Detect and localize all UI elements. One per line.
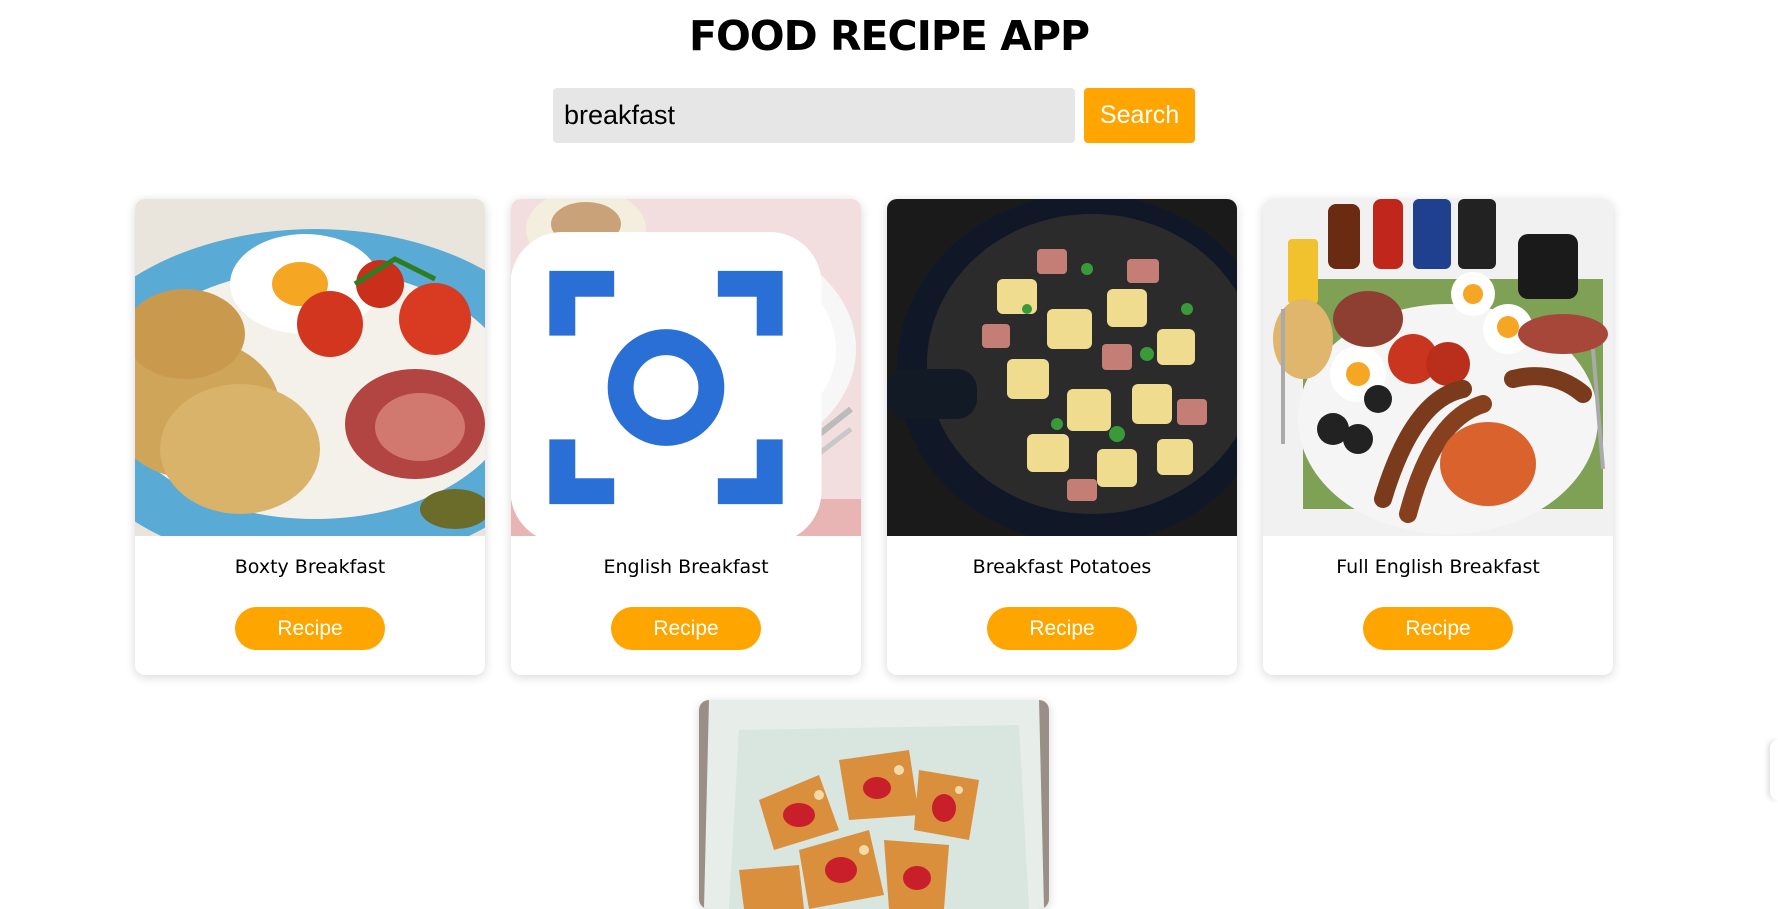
visual-search-icon[interactable] — [511, 219, 841, 536]
recipe-button[interactable]: Recipe — [987, 607, 1137, 650]
meal-image[interactable] — [887, 199, 1237, 536]
search-input[interactable] — [553, 88, 1075, 143]
meal-card: English Breakfast Recipe — [511, 199, 861, 675]
search-button[interactable]: Search — [1084, 88, 1195, 143]
meal-image[interactable] — [1263, 199, 1613, 536]
meal-image[interactable] — [511, 199, 861, 536]
recipe-button[interactable]: Recipe — [235, 607, 385, 650]
search-bar: Search — [553, 88, 1195, 143]
meal-card: Boxty Breakfast Recipe — [135, 199, 485, 675]
recipe-app: FOOD RECIPE APP Search — [0, 0, 1778, 909]
recipe-button[interactable]: Recipe — [611, 607, 761, 650]
meal-name: Full English Breakfast — [1336, 556, 1540, 578]
side-panel-handle[interactable] — [1770, 740, 1778, 800]
recipe-button[interactable]: Recipe — [1363, 607, 1513, 650]
page-title: FOOD RECIPE APP — [688, 12, 1090, 60]
meal-name: English Breakfast — [603, 556, 769, 578]
meal-card — [699, 700, 1049, 909]
meal-image[interactable] — [699, 700, 1049, 909]
meal-name: Boxty Breakfast — [234, 556, 386, 578]
meal-name: Breakfast Potatoes — [972, 556, 1152, 578]
meal-card: Breakfast Potatoes Recipe — [887, 199, 1237, 675]
meal-image[interactable] — [135, 199, 485, 536]
meal-card: Full English Breakfast Recipe — [1263, 199, 1613, 675]
